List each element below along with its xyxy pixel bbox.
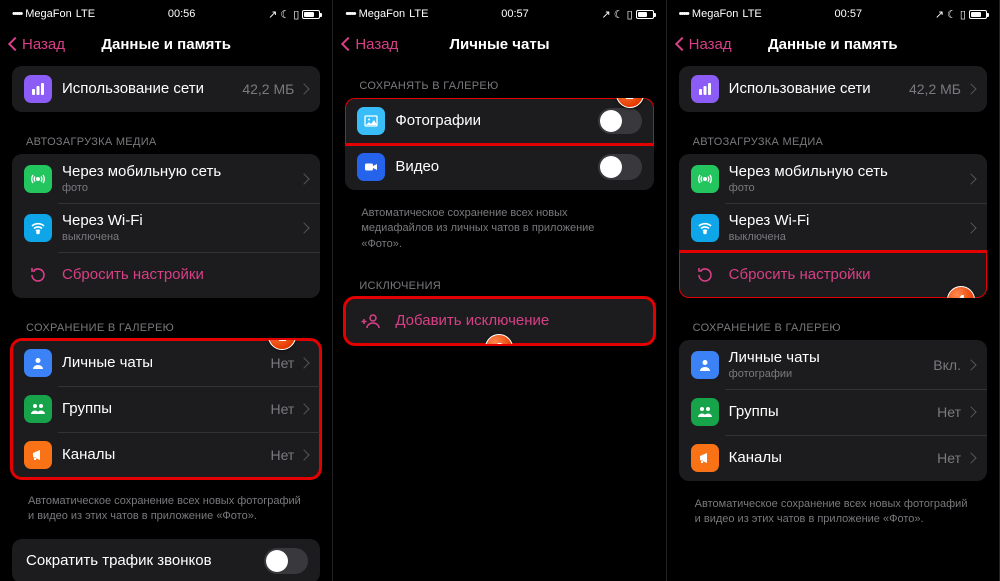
groups-row[interactable]: Группы Нет [12,386,320,432]
section-header-media: АВТОЗАГРУЗКА МЕДИА [12,122,320,154]
mobile-row[interactable]: Через мобильную сетьфото [679,154,987,203]
photo-icon [357,107,385,135]
reduce-call-data-row[interactable]: Сократить трафик звонков [12,539,320,581]
channels-row[interactable]: Каналы Нет [12,432,320,478]
group-icon [691,398,719,426]
video-toggle[interactable] [598,154,642,180]
section-header-exceptions: ИСКЛЮЧЕНИЯ [345,266,653,298]
chart-icon [24,75,52,103]
nav-bar: Назад Данные и память [667,24,999,66]
chart-icon [691,75,719,103]
back-button[interactable]: Назад [677,36,732,53]
screen-1: ••••• MegaFon LTE 00:56 ↗☾▯ Назад Данные… [0,0,333,581]
wifi-row[interactable]: Через Wi-Fiвыключена [679,203,987,252]
back-button[interactable]: Назад [10,36,65,53]
chevron-icon [965,173,976,184]
chevron-icon [965,359,976,370]
video-icon [357,153,385,181]
network-usage-row[interactable]: Использование сети 42,2 МБ [12,66,320,112]
video-row[interactable]: Видео [345,144,653,190]
section-header-gallery: СОХРАНЕНИЕ В ГАЛЕРЕЮ [679,308,987,340]
reset-icon [24,261,52,289]
status-bar: •••••MegaFonLTE 00:57 ↗☾▯ [667,0,999,24]
photo-toggle[interactable] [598,108,642,134]
person-icon [24,349,52,377]
chevron-icon [299,173,310,184]
wifi-icon [24,214,52,242]
gallery-group-highlight: 1 Личные чаты Нет Группы Нет Каналы Нет [12,340,320,478]
groups-row[interactable]: Группы Нет [679,389,987,435]
page-title: Данные и память [768,36,898,53]
mobile-row[interactable]: Через мобильную сетьфото [12,154,320,203]
add-person-icon [357,307,385,335]
megaphone-icon [24,441,52,469]
status-bar: •••••MegaFonLTE 00:57 ↗☾▯ [333,0,665,24]
screen-3: •••••MegaFonLTE 00:57 ↗☾▯ Назад Данные и… [667,0,1000,581]
wifi-row[interactable]: Через Wi-Fiвыключена [12,203,320,252]
section-footer: Автоматическое сохранение всех новых фот… [679,491,987,542]
reset-icon [691,261,719,289]
private-chats-row[interactable]: Личные чатыфотографии Вкл. [679,340,987,389]
status-time: 00:57 [501,8,529,20]
chevron-icon [299,403,310,414]
toggle[interactable] [264,548,308,574]
nav-bar: Назад Данные и память [0,24,332,66]
section-header-media: АВТОЗАГРУЗКА МЕДИА [679,122,987,154]
status-bar: ••••• MegaFon LTE 00:56 ↗☾▯ [0,0,332,24]
chevron-icon [965,406,976,417]
group-icon [24,395,52,423]
back-button[interactable]: Назад [343,36,398,53]
antenna-icon [24,165,52,193]
chevron-icon [965,452,976,463]
reset-settings-row[interactable]: Сбросить настройки [12,252,320,298]
status-time: 00:56 [168,8,196,20]
section-footer: Автоматическое сохранение всех новых фот… [12,488,320,539]
megaphone-icon [691,444,719,472]
antenna-icon [691,165,719,193]
nav-bar: Назад Личные чаты [333,24,665,66]
status-time: 00:57 [835,8,863,20]
chevron-icon [299,449,310,460]
reset-settings-row[interactable]: Сбросить настройки [679,252,987,298]
network-usage-row[interactable]: Использование сети 42,2 МБ [679,66,987,112]
section-header-gallery: СОХРАНЕНИЕ В ГАЛЕРЕЮ [12,308,320,340]
exception-group-highlight: 3 Добавить исключение [345,298,653,344]
chevron-icon [299,357,310,368]
section-footer: Автоматическое сохранение всех новых мед… [345,200,653,266]
section-header-save: СОХРАНЯТЬ В ГАЛЕРЕЮ [345,66,653,98]
photos-row[interactable]: Фотографии [345,98,653,144]
channels-row[interactable]: Каналы Нет [679,435,987,481]
person-icon [691,351,719,379]
wifi-icon [691,214,719,242]
chevron-icon [299,222,310,233]
page-title: Личные чаты [449,36,549,53]
chevron-icon [299,83,310,94]
screen-2: •••••MegaFonLTE 00:57 ↗☾▯ Назад Личные ч… [333,0,666,581]
chevron-icon [965,83,976,94]
chevron-icon [965,222,976,233]
page-title: Данные и память [101,36,231,53]
